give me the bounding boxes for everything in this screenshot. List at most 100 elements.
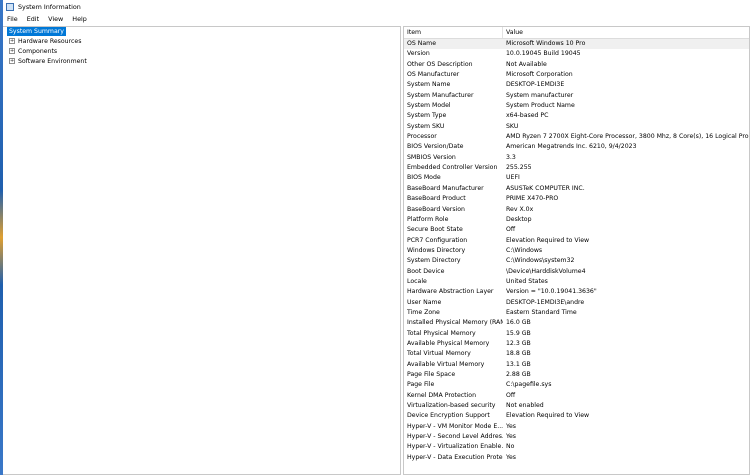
table-row[interactable]: Other OS Description Not Available xyxy=(404,60,749,70)
table-row[interactable]: Hyper-V - Data Execution Prote... Yes xyxy=(404,453,749,463)
menu-help[interactable]: Help xyxy=(68,15,92,23)
expand-plus-icon[interactable]: + xyxy=(9,48,15,54)
tree-item-label: Components xyxy=(18,48,58,55)
row-item-value: ASUSTeK COMPUTER INC. xyxy=(506,184,585,192)
row-item-value: 255.255 xyxy=(506,164,532,172)
table-row[interactable]: Secure Boot State Off xyxy=(404,225,749,235)
row-item-name: System Model xyxy=(407,102,451,110)
row-item-name: System Directory xyxy=(407,257,461,265)
table-row[interactable]: OS Name Microsoft Windows 10 Pro xyxy=(404,39,749,50)
row-item-name: BIOS Mode xyxy=(407,174,441,182)
table-row[interactable]: Page File Space 2.88 GB xyxy=(404,370,749,380)
table-row[interactable]: BaseBoard Product PRIME X470-PRO xyxy=(404,194,749,204)
table-row[interactable]: SMBIOS Version 3.3 xyxy=(404,153,749,163)
row-item-name: Locale xyxy=(407,277,427,285)
menu-file[interactable]: File xyxy=(3,15,23,23)
row-item-value: 3.3 xyxy=(506,153,516,161)
row-item-name: Page File xyxy=(407,381,435,389)
row-item-value: C:\Windows xyxy=(506,246,543,254)
table-row[interactable]: Hyper-V - VM Monitor Mode E... Yes xyxy=(404,422,749,432)
tree-item-hardware-resources[interactable]: + Hardware Resources xyxy=(3,37,400,47)
table-row[interactable]: Device Encryption Support Elevation Requi… xyxy=(404,411,749,421)
table-row[interactable]: Available Virtual Memory 13.1 GB xyxy=(404,360,749,370)
row-item-value: Yes xyxy=(506,433,516,441)
table-row[interactable]: Processor AMD Ryzen 7 2700X Eight-Core Pr… xyxy=(404,132,749,142)
table-row[interactable]: Hyper-V - Virtualization Enable... No xyxy=(404,442,749,452)
row-item-name: PCR7 Configuration xyxy=(407,236,468,244)
table-row[interactable]: Embedded Controller Version 255.255 xyxy=(404,163,749,173)
menu-edit[interactable]: Edit xyxy=(23,15,44,23)
tree-item-components[interactable]: + Components xyxy=(3,47,400,57)
row-item-value: C:\pagefile.sys xyxy=(506,381,552,389)
tree-item-system-summary[interactable]: System Summary xyxy=(3,27,400,37)
row-item-name: Total Physical Memory xyxy=(407,329,476,337)
table-row[interactable]: System Name DESKTOP-1EMDI3E xyxy=(404,80,749,90)
table-row[interactable]: System Directory C:\Windows\system32 xyxy=(404,256,749,266)
table-row[interactable]: Page File C:\pagefile.sys xyxy=(404,380,749,390)
row-item-name: System Type xyxy=(407,112,447,120)
table-row[interactable]: OS Manufacturer Microsoft Corporation xyxy=(404,70,749,80)
row-item-value: PRIME X470-PRO xyxy=(506,195,559,203)
row-item-name: System Name xyxy=(407,81,451,89)
table-row[interactable]: Platform Role Desktop xyxy=(404,215,749,225)
row-item-name: BaseBoard Version xyxy=(407,205,465,213)
table-row[interactable]: Version 10.0.19045 Build 19045 xyxy=(404,49,749,59)
row-item-name: BaseBoard Manufacturer xyxy=(407,184,484,192)
table-row[interactable]: BaseBoard Manufacturer ASUSTeK COMPUTER I… xyxy=(404,184,749,194)
table-row[interactable]: Windows Directory C:\Windows xyxy=(404,246,749,256)
table-row[interactable]: System SKU SKU xyxy=(404,122,749,132)
table-row[interactable]: Locale United States xyxy=(404,277,749,287)
expand-plus-icon[interactable]: + xyxy=(9,58,15,64)
table-row[interactable]: BaseBoard Version Rev X.0x xyxy=(404,205,749,215)
tree-item-software-environment[interactable]: + Software Environment xyxy=(3,57,400,67)
row-item-name: SMBIOS Version xyxy=(407,153,456,161)
table-row[interactable]: Boot Device \Device\HarddiskVolume4 xyxy=(404,267,749,277)
row-item-name: Total Virtual Memory xyxy=(407,350,471,358)
menu-view[interactable]: View xyxy=(44,15,68,23)
row-item-name: Version xyxy=(407,50,430,58)
row-item-name: System Manufacturer xyxy=(407,91,474,99)
menu-bar: File Edit View Help xyxy=(3,13,750,24)
table-row[interactable]: Kernel DMA Protection Off xyxy=(404,391,749,401)
row-item-name: System SKU xyxy=(407,122,445,130)
row-item-value: Rev X.0x xyxy=(506,205,534,213)
table-row[interactable]: System Type x64-based PC xyxy=(404,111,749,121)
row-item-value: Not Available xyxy=(506,60,547,68)
row-item-name: Processor xyxy=(407,133,437,141)
table-row[interactable]: PCR7 Configuration Elevation Required to … xyxy=(404,236,749,246)
row-item-name: Virtualization-based security xyxy=(407,402,496,410)
row-item-name: Available Virtual Memory xyxy=(407,360,485,368)
table-row[interactable]: Available Physical Memory 12.3 GB xyxy=(404,339,749,349)
table-row[interactable]: BIOS Version/Date American Megatrends Inc… xyxy=(404,142,749,152)
row-item-name: Windows Directory xyxy=(407,246,466,254)
tree-item-label: Software Environment xyxy=(18,58,87,65)
table-row[interactable]: Installed Physical Memory (RAM) 16.0 GB xyxy=(404,318,749,328)
row-item-value: Yes xyxy=(506,422,516,430)
row-item-value: 10.0.19045 Build 19045 xyxy=(506,50,581,58)
table-row[interactable]: System Manufacturer System manufacturer xyxy=(404,91,749,101)
row-item-name: Time Zone xyxy=(407,308,440,316)
row-item-value: System Product Name xyxy=(506,102,575,110)
table-row[interactable]: Total Virtual Memory 18.8 GB xyxy=(404,349,749,359)
column-header-value[interactable]: Value xyxy=(503,27,749,38)
table-row[interactable]: BIOS Mode UEFI xyxy=(404,173,749,183)
row-item-value: \Device\HarddiskVolume4 xyxy=(506,267,586,275)
row-item-name: Hardware Abstraction Layer xyxy=(407,288,494,296)
row-item-value: C:\Windows\system32 xyxy=(506,257,575,265)
row-item-name: Available Physical Memory xyxy=(407,339,490,347)
column-header-item[interactable]: Item xyxy=(404,27,503,38)
row-item-name: Page File Space xyxy=(407,371,456,378)
row-item-name: Hyper-V - VM Monitor Mode E... xyxy=(407,422,503,430)
expand-plus-icon[interactable]: + xyxy=(9,38,15,44)
row-item-name: Platform Role xyxy=(407,215,449,223)
table-row[interactable]: Total Physical Memory 15.9 GB xyxy=(404,329,749,339)
table-row[interactable]: Hyper-V - Second Level Addres... Yes xyxy=(404,432,749,442)
table-row[interactable]: Hardware Abstraction Layer Version = "10.… xyxy=(404,287,749,297)
details-rows: OS Name Microsoft Windows 10 Pro Version 10… xyxy=(404,39,749,463)
table-row[interactable]: System Model System Product Name xyxy=(404,101,749,111)
table-row[interactable]: Virtualization-based security Not enabled xyxy=(404,401,749,411)
table-row[interactable]: User Name DESKTOP-1EMDI3E\andre xyxy=(404,298,749,308)
row-item-value: Off xyxy=(506,226,516,234)
table-row[interactable]: Time Zone Eastern Standard Time xyxy=(404,308,749,318)
row-item-value: Microsoft Corporation xyxy=(506,71,573,79)
